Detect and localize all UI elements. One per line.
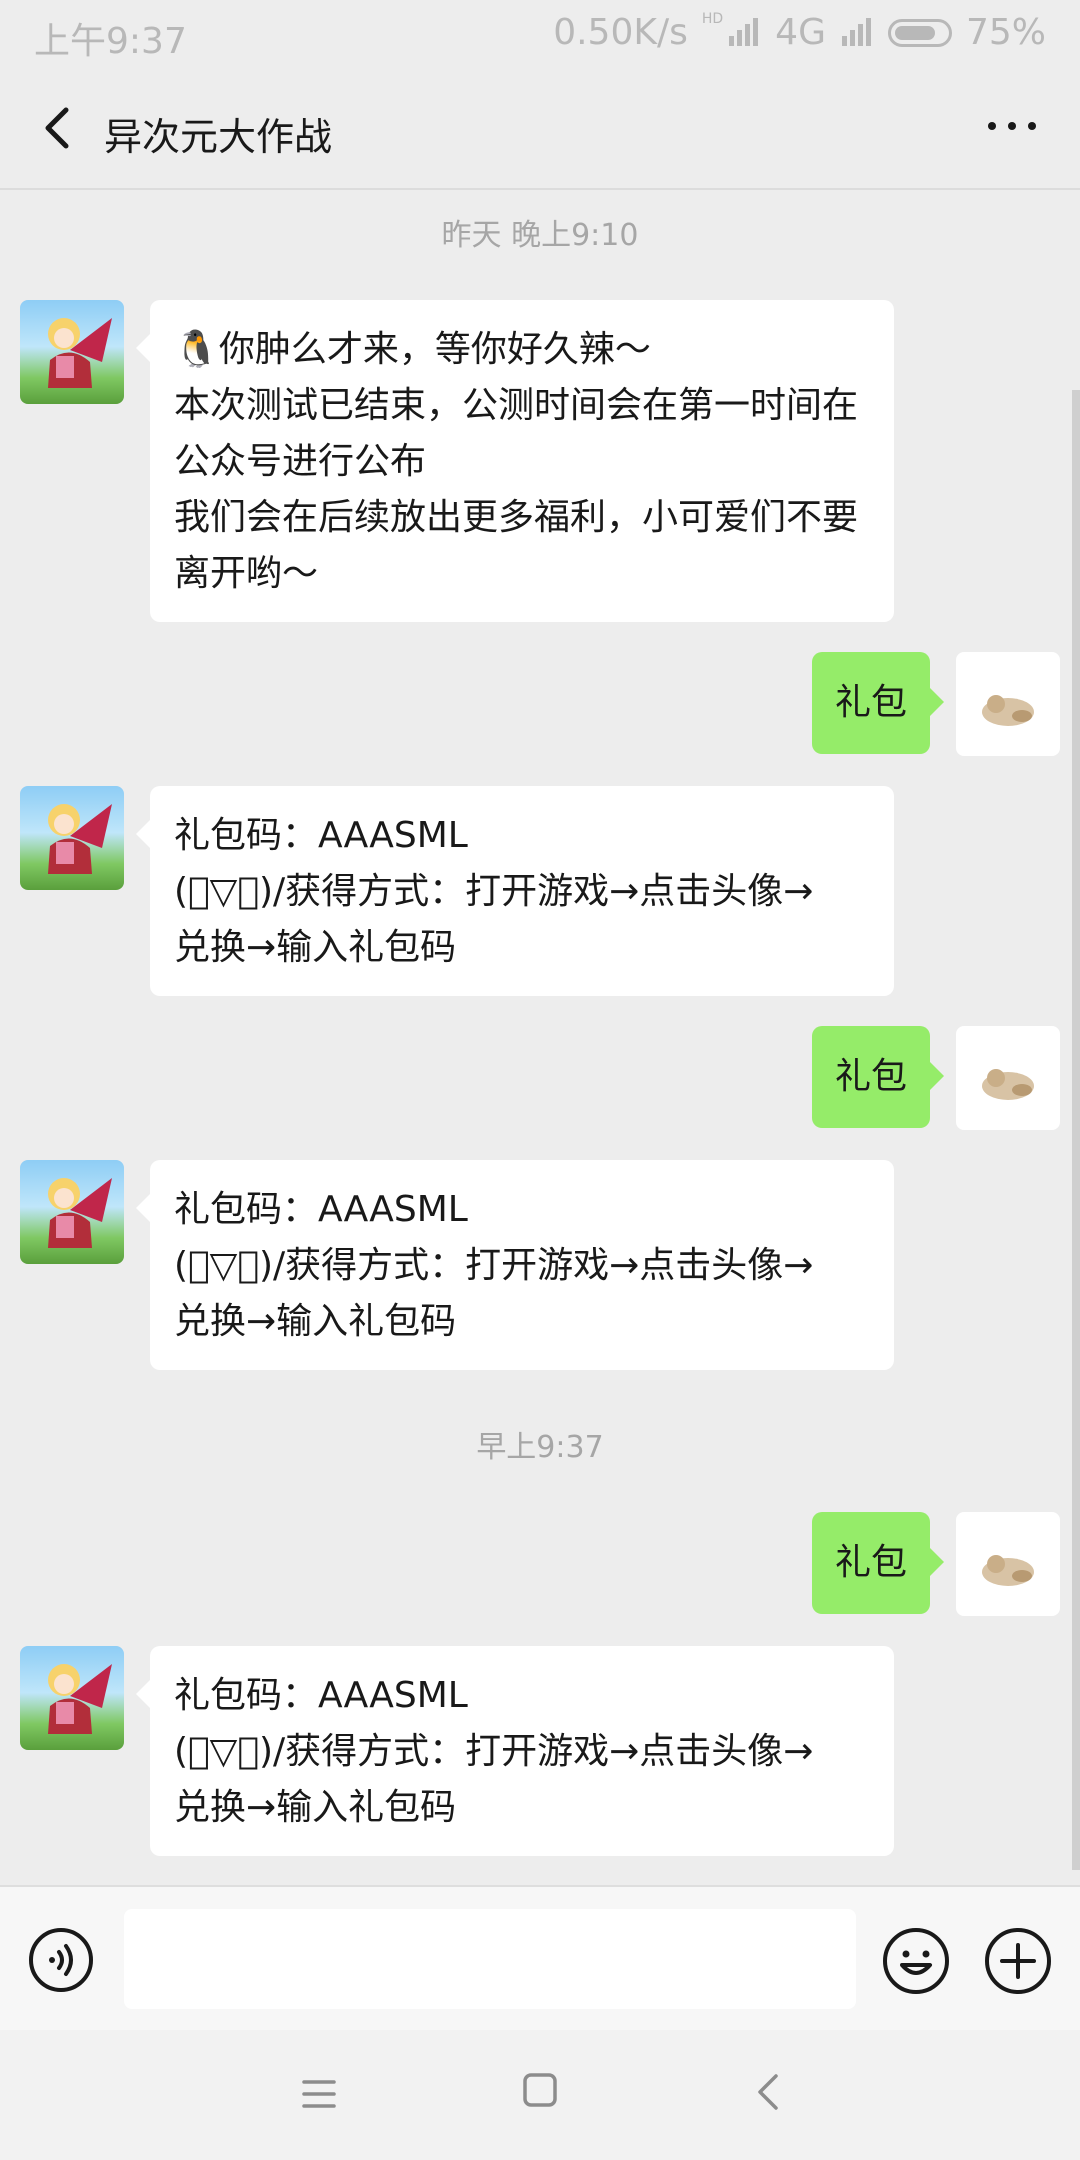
network-speed: 0.50K/s (553, 12, 688, 53)
message-line: 公众号进行公布 (174, 441, 427, 482)
official-avatar[interactable] (20, 1160, 124, 1264)
status-time: 上午9:37 (34, 21, 187, 62)
message-line: 兑换→输入礼包码 (174, 1301, 457, 1342)
battery-level: 75% (965, 12, 1046, 53)
message-input[interactable] (124, 1909, 856, 2009)
message-line: 本次测试已结束，公测时间会在第一时间在 (174, 385, 859, 426)
user-avatar[interactable] (956, 652, 1060, 756)
timestamp: 早上9:37 (476, 1430, 604, 1465)
chat-header: 异次元大作战 (0, 70, 1080, 190)
message-bubble-mine[interactable]: 礼包 (812, 1512, 944, 1614)
official-avatar[interactable] (20, 1646, 124, 1750)
message-list[interactable]: 昨天 晚上9:10 🐧你肿么才来，等你好久辣～ 本次测试已结束，公测时间会在第一… (0, 190, 1080, 1885)
message-line: 离开哟～ (174, 553, 319, 594)
user-avatar[interactable] (956, 1512, 1060, 1616)
system-nav-bar (0, 2030, 1080, 2160)
user-avatar[interactable] (956, 1026, 1060, 1130)
menu-icon[interactable] (300, 2076, 340, 2112)
plus-icon[interactable] (984, 1927, 1052, 1995)
ellipsis-icon[interactable] (988, 122, 1036, 130)
message-bubble-official[interactable]: 礼包码：AAASML (ﾟ▽ﾟ)/获得方式：打开游戏→点击头像→ 兑换→输入礼包… (136, 1646, 894, 1856)
message-line: (ﾟ▽ﾟ)/获得方式：打开游戏→点击头像→ (174, 1245, 814, 1286)
message-line: 你肿么才来，等你好久辣～ (218, 329, 651, 370)
signal-icon-2 (840, 17, 874, 48)
message-bubble-mine[interactable]: 礼包 (812, 652, 944, 754)
chat-title: 异次元大作战 (104, 115, 333, 159)
voice-icon[interactable] (28, 1927, 94, 1993)
official-avatar[interactable] (20, 786, 124, 890)
timestamp: 昨天 晚上9:10 (441, 218, 639, 253)
status-bar: 上午9:37 0.50K/s HD 4G 75% (0, 0, 1080, 70)
message-bubble-mine[interactable]: 礼包 (812, 1026, 944, 1128)
emoji-icon[interactable] (882, 1927, 950, 1995)
qq-penguin-emoji: 🐧 (174, 329, 219, 370)
message-line: (ﾟ▽ﾟ)/获得方式：打开游戏→点击头像→ (174, 1731, 814, 1772)
scrollbar[interactable] (1072, 390, 1080, 1870)
input-bar (0, 1885, 1080, 2032)
message-line: 我们会在后续放出更多福利，小可爱们不要 (174, 497, 859, 538)
message-line: 兑换→输入礼包码 (174, 927, 457, 968)
message-line: (ﾟ▽ﾟ)/获得方式：打开游戏→点击头像→ (174, 871, 814, 912)
message-bubble-official[interactable]: 礼包码：AAASML (ﾟ▽ﾟ)/获得方式：打开游戏→点击头像→ 兑换→输入礼包… (136, 786, 894, 996)
back-icon[interactable] (752, 2072, 788, 2112)
hd-badge: HD (701, 10, 724, 27)
message-line: 礼包码：AAASML (174, 1675, 468, 1716)
battery-icon (887, 18, 952, 47)
official-avatar[interactable] (20, 300, 124, 404)
home-icon[interactable] (522, 2072, 558, 2108)
message-bubble-official[interactable]: 礼包码：AAASML (ﾟ▽ﾟ)/获得方式：打开游戏→点击头像→ 兑换→输入礼包… (136, 1160, 894, 1370)
message-line: 礼包码：AAASML (174, 815, 468, 856)
network-type: 4G (775, 12, 826, 53)
message-bubble-official[interactable]: 🐧你肿么才来，等你好久辣～ 本次测试已结束，公测时间会在第一时间在 公众号进行公… (136, 300, 894, 622)
chevron-left-icon[interactable] (30, 98, 86, 158)
message-line: 兑换→输入礼包码 (174, 1787, 457, 1828)
signal-icon (727, 17, 761, 48)
message-line: 礼包码：AAASML (174, 1189, 468, 1230)
status-indicators: 0.50K/s HD 4G 75% (553, 10, 1046, 54)
